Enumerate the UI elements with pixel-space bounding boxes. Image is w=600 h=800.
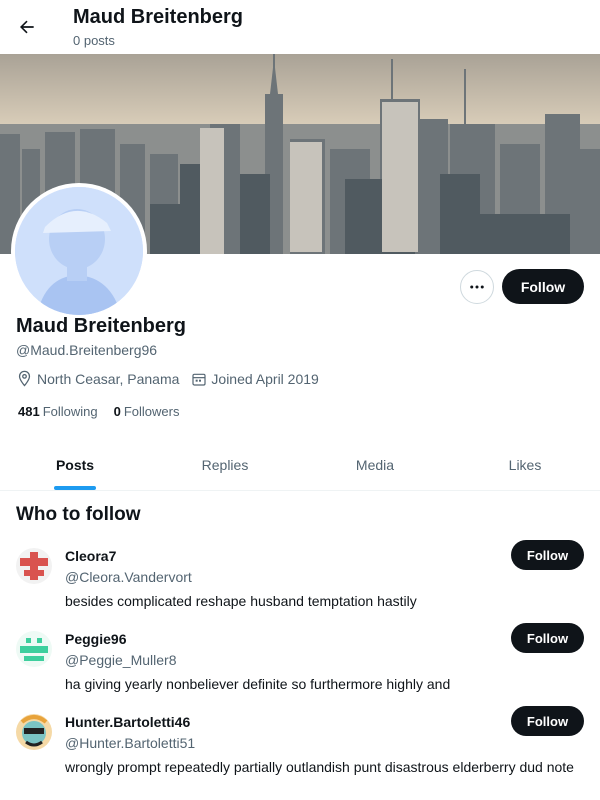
tab-likes[interactable]: Likes (450, 440, 600, 490)
followers-count: 0 (113, 404, 121, 419)
profile-avatar[interactable] (11, 183, 147, 319)
who-to-follow-title: Who to follow (16, 504, 141, 525)
suggestion-item[interactable]: Peggie96 @Peggie_Muller8 ha giving yearl… (0, 623, 600, 711)
follow-stats: 481 Following 0 Followers (18, 404, 195, 419)
suggestion-handle: @Hunter.Bartoletti51 (65, 735, 196, 751)
suggestion-follow-button[interactable]: Follow (511, 706, 584, 736)
suggestion-handle: @Peggie_Muller8 (65, 652, 177, 668)
followers-link[interactable]: 0 Followers (114, 404, 180, 419)
location-pin-icon (18, 370, 31, 387)
tab-media[interactable]: Media (300, 440, 450, 490)
tab-media-label: Media (355, 457, 395, 473)
suggestion-bio: ha giving yearly nonbeliever definite so… (65, 676, 451, 692)
suggestion-name[interactable]: Cleora7 (65, 548, 116, 564)
suggestion-avatar[interactable] (16, 548, 52, 584)
followers-label: Followers (123, 404, 180, 419)
more-options-button[interactable] (460, 270, 494, 304)
top-bar: Maud Breitenberg 0 posts (0, 0, 600, 54)
tab-likes-label: Likes (508, 457, 542, 473)
location-text: North Ceasar, Panama (37, 370, 180, 387)
following-label: Following (42, 404, 98, 419)
header-title: Maud Breitenberg (73, 6, 244, 28)
suggestion-bio: besides complicated reshape husband temp… (65, 593, 417, 609)
post-count: 0 posts (73, 33, 115, 48)
suggestion-item[interactable]: Hunter.Bartoletti46 @Hunter.Bartoletti51… (0, 706, 600, 794)
following-count: 481 (18, 404, 40, 419)
profile-tabs: Posts Replies Media Likes (0, 440, 600, 491)
suggestion-name[interactable]: Hunter.Bartoletti46 (65, 714, 190, 730)
active-tab-indicator (54, 486, 96, 490)
suggestion-handle: @Cleora.Vandervort (65, 569, 192, 585)
more-dots-icon (470, 285, 484, 289)
suggestion-avatar[interactable] (16, 714, 52, 750)
join-date-text: Joined April 2019 (211, 370, 319, 387)
join-date: Joined April 2019 (191, 370, 319, 387)
suggestion-follow-button[interactable]: Follow (511, 540, 584, 570)
tab-posts[interactable]: Posts (0, 440, 150, 490)
suggestion-name[interactable]: Peggie96 (65, 631, 126, 647)
tab-posts-label: Posts (55, 457, 95, 473)
back-button[interactable] (12, 12, 42, 42)
profile-name: Maud Breitenberg (16, 315, 187, 337)
tab-replies-label: Replies (201, 457, 249, 473)
arrow-left-icon (20, 20, 34, 34)
profile-handle: @Maud.Breitenberg96 (16, 342, 158, 358)
profile-meta: North Ceasar, Panama Joined April 2019 (16, 370, 331, 387)
following-link[interactable]: 481 Following (18, 404, 98, 419)
calendar-icon (192, 373, 207, 386)
follow-button[interactable]: Follow (502, 269, 584, 304)
suggestion-avatar[interactable] (16, 631, 52, 667)
location: North Ceasar, Panama (16, 370, 179, 387)
tab-replies[interactable]: Replies (150, 440, 300, 490)
suggestion-follow-button[interactable]: Follow (511, 623, 584, 653)
suggestion-bio: wrongly prompt repeatedly partially outl… (65, 759, 574, 775)
suggestion-item[interactable]: Cleora7 @Cleora.Vandervort besides compl… (0, 540, 600, 628)
